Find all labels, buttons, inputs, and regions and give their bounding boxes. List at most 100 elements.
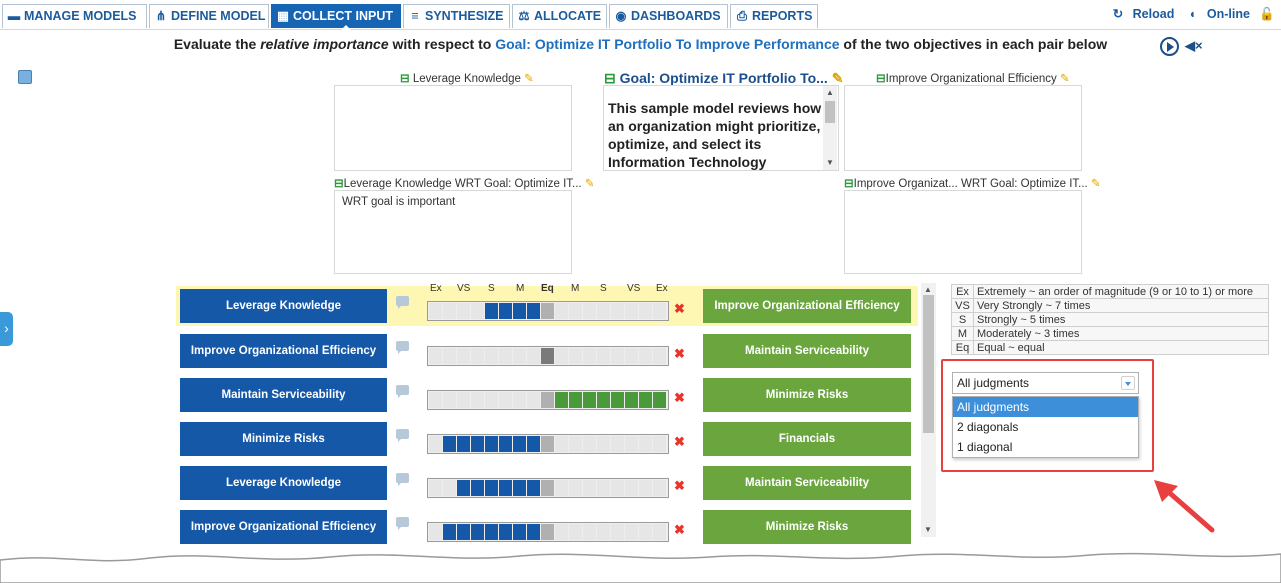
judgment-cell[interactable] <box>471 392 484 408</box>
judgment-cell[interactable] <box>625 392 638 408</box>
judgment-cell[interactable] <box>527 303 540 319</box>
collapse-icon[interactable]: ⊟ <box>400 73 410 85</box>
judgment-bar[interactable] <box>427 522 669 542</box>
judgment-cell[interactable] <box>513 392 526 408</box>
judgment-cell[interactable] <box>485 392 498 408</box>
judgment-cell[interactable] <box>485 480 498 496</box>
judgment-cell[interactable] <box>555 392 568 408</box>
online-toggle[interactable]: ◐ On-line <box>1184 7 1250 21</box>
collapse-icon[interactable]: ⊟ <box>604 70 616 86</box>
judgment-cell[interactable] <box>569 480 582 496</box>
judgment-cell[interactable] <box>429 436 442 452</box>
comment-icon[interactable] <box>396 296 409 309</box>
tab-define-model[interactable]: ⋔ DEFINE MODEL <box>149 4 269 28</box>
judgment-cell[interactable] <box>597 524 610 540</box>
judgment-cell[interactable] <box>583 303 596 319</box>
judgment-cell[interactable] <box>625 524 638 540</box>
judgment-cell[interactable] <box>513 436 526 452</box>
clear-judgment-icon[interactable]: ✖ <box>674 522 685 538</box>
judgment-cell[interactable] <box>527 480 540 496</box>
collapse-icon[interactable]: ⊟ <box>844 178 854 190</box>
judgment-cell[interactable] <box>569 303 582 319</box>
judgment-cell[interactable] <box>541 480 554 496</box>
judgment-cell[interactable] <box>499 524 512 540</box>
judgment-cell[interactable] <box>555 524 568 540</box>
edit-pencil-icon[interactable]: ✎ <box>1060 73 1070 85</box>
judgment-cell[interactable] <box>597 392 610 408</box>
right-objective-button[interactable]: Improve Organizational Efficiency <box>703 289 911 323</box>
clear-judgment-icon[interactable]: ✖ <box>674 478 685 494</box>
judgment-cell[interactable] <box>429 480 442 496</box>
judgment-cell[interactable] <box>625 303 638 319</box>
judgment-cell[interactable] <box>527 524 540 540</box>
right-wrt-pane[interactable] <box>844 190 1082 274</box>
comparison-scrollbar[interactable]: ▲ ▼ <box>921 283 936 537</box>
scroll-up-icon[interactable]: ▲ <box>826 88 834 97</box>
judgment-cell[interactable] <box>611 303 624 319</box>
clear-judgment-icon[interactable]: ✖ <box>674 434 685 450</box>
judgment-cell[interactable] <box>583 480 596 496</box>
judgment-cell[interactable] <box>541 392 554 408</box>
judgment-cell[interactable] <box>443 524 456 540</box>
judgment-cell[interactable] <box>611 436 624 452</box>
right-info-pane[interactable] <box>844 85 1082 171</box>
judgment-cell[interactable] <box>499 303 512 319</box>
judgment-cell[interactable] <box>499 480 512 496</box>
left-info-pane[interactable] <box>334 85 572 171</box>
judgment-cell[interactable] <box>583 392 596 408</box>
judgment-cell[interactable] <box>471 436 484 452</box>
judgment-bar[interactable] <box>427 301 669 321</box>
tab-reports[interactable]: ⎙ REPORTS <box>730 4 818 28</box>
goal-pane-scrollbar[interactable]: ▲ ▼ <box>823 86 837 170</box>
judgment-cell[interactable] <box>555 348 568 364</box>
judgment-cell[interactable] <box>527 392 540 408</box>
left-objective-button[interactable]: Improve Organizational Efficiency <box>180 334 387 368</box>
play-button[interactable] <box>1160 37 1179 56</box>
judgment-cell[interactable] <box>541 436 554 452</box>
collapse-icon[interactable]: ⊟ <box>876 73 886 85</box>
judgment-cell[interactable] <box>485 524 498 540</box>
judgment-cell[interactable] <box>639 392 652 408</box>
judgment-cell[interactable] <box>611 480 624 496</box>
judgment-cell[interactable] <box>457 348 470 364</box>
judgment-cell[interactable] <box>499 436 512 452</box>
judgment-cell[interactable] <box>513 348 526 364</box>
judgment-cell[interactable] <box>639 480 652 496</box>
judgment-cell[interactable] <box>485 303 498 319</box>
judgment-cell[interactable] <box>639 348 652 364</box>
judgment-cell[interactable] <box>429 524 442 540</box>
judgment-cell[interactable] <box>597 480 610 496</box>
judgment-cell[interactable] <box>457 436 470 452</box>
judgment-cell[interactable] <box>555 480 568 496</box>
comment-icon[interactable] <box>396 341 409 354</box>
lock-icon[interactable]: 🔓 <box>1259 7 1275 21</box>
judgment-bar[interactable] <box>427 478 669 498</box>
edit-pencil-icon[interactable]: ✎ <box>585 178 595 190</box>
tab-allocate[interactable]: ⚖ ALLOCATE <box>512 4 607 28</box>
collapse-icon[interactable]: ⊟ <box>334 178 344 190</box>
comment-icon[interactable] <box>396 385 409 398</box>
judgment-cell[interactable] <box>541 524 554 540</box>
judgment-cell[interactable] <box>541 348 554 364</box>
judgment-cell[interactable] <box>569 348 582 364</box>
tab-manage-models[interactable]: ▬ MANAGE MODELS <box>2 4 147 28</box>
judgment-cell[interactable] <box>471 348 484 364</box>
judgment-cell[interactable] <box>471 524 484 540</box>
judgment-cell[interactable] <box>457 524 470 540</box>
judgment-bar[interactable] <box>427 434 669 454</box>
judgment-cell[interactable] <box>499 348 512 364</box>
judgment-cell[interactable] <box>583 524 596 540</box>
comment-icon[interactable] <box>396 429 409 442</box>
judgment-cell[interactable] <box>625 348 638 364</box>
judgment-cell[interactable] <box>443 348 456 364</box>
judgment-cell[interactable] <box>513 303 526 319</box>
clear-judgment-icon[interactable]: ✖ <box>674 301 685 317</box>
judgment-cell[interactable] <box>639 303 652 319</box>
judgment-cell[interactable] <box>485 348 498 364</box>
judgment-cell[interactable] <box>429 348 442 364</box>
left-objective-button[interactable]: Minimize Risks <box>180 422 387 456</box>
judgment-cell[interactable] <box>569 392 582 408</box>
edit-pencil-icon[interactable]: ✎ <box>832 70 844 86</box>
comment-icon[interactable] <box>396 517 409 530</box>
judgment-cell[interactable] <box>611 524 624 540</box>
